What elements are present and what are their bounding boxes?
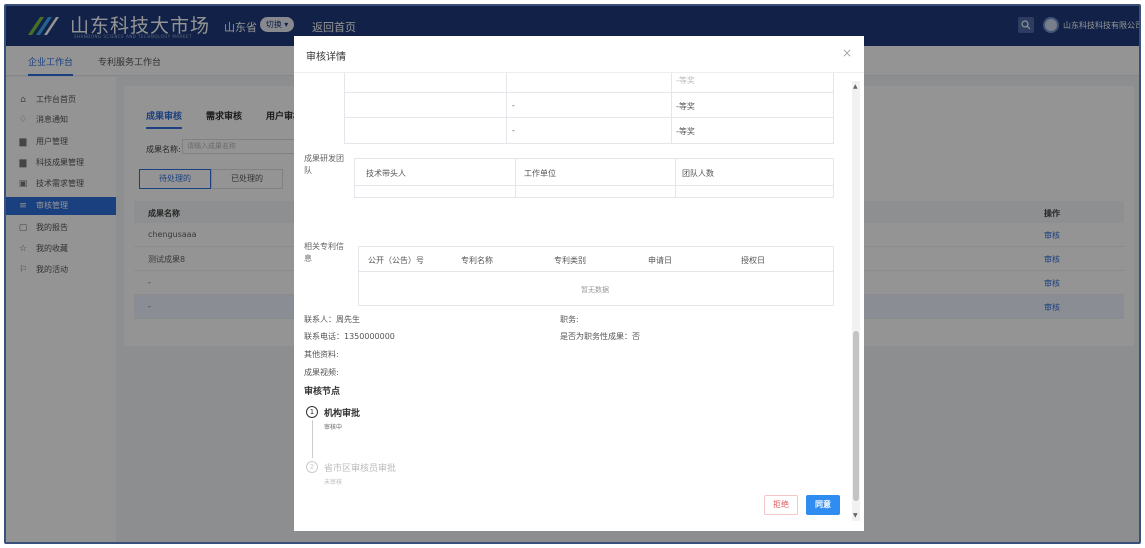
table-divider [515, 158, 516, 198]
contact-person: 联系人：周先生 [304, 315, 360, 324]
team-col-leader: 技术带头人 [366, 169, 406, 178]
patent-col-name: 专利名称 [461, 256, 493, 265]
dialog-body: -等奖 - -等奖 - -等奖 成果研发团队 技术带头人 工作单位 团队人数 相… [294, 73, 854, 531]
patent-col-apply-date: 申请日 [648, 256, 672, 265]
dialog-scrollbar[interactable]: ▲ ▼ [852, 81, 860, 521]
contact-phone: 联系电话：1350000000 [304, 332, 395, 341]
close-icon[interactable]: × [842, 46, 852, 60]
audit-detail-dialog: 审核详情 × -等奖 - -等奖 - -等奖 成果研发团队 技术带头人 工作单位… [294, 36, 864, 531]
award-level: -等奖 [676, 102, 695, 111]
scroll-up-icon[interactable]: ▲ [853, 83, 858, 90]
reject-button[interactable]: 拒绝 [764, 495, 798, 515]
team-col-size: 团队人数 [682, 169, 714, 178]
step-status: 审核中 [324, 424, 343, 431]
patent-col-grant-date: 授权日 [741, 256, 765, 265]
table-divider [344, 117, 834, 118]
table-divider [675, 158, 676, 198]
award-table [344, 73, 834, 143]
contact-position: 职务: [560, 315, 579, 324]
award-value: - [512, 101, 515, 110]
table-divider [344, 143, 834, 144]
table-divider [354, 185, 834, 186]
table-divider [344, 92, 834, 93]
patent-col-type: 专利类别 [554, 256, 586, 265]
other-materials: 其他资料: [304, 350, 339, 359]
patent-col-number: 公开（公告）号 [368, 256, 424, 265]
patent-label: 相关专利信息 [304, 242, 344, 263]
empty-text: 暂无数据 [581, 286, 609, 294]
scroll-thumb[interactable] [853, 331, 859, 501]
table-divider [671, 73, 672, 143]
audit-nodes-title: 审核节点 [304, 387, 341, 397]
table-divider [506, 73, 507, 143]
step-number: 1 [306, 406, 318, 418]
dialog-title: 审核详情 [306, 52, 346, 63]
team-label: 成果研发团队 [304, 154, 344, 175]
team-col-unit: 工作单位 [524, 169, 556, 178]
step-connector [312, 420, 313, 458]
award-level: -等奖 [676, 127, 695, 136]
step-name: 省市区审核员审批 [324, 464, 397, 474]
scroll-down-icon[interactable]: ▼ [853, 512, 858, 519]
table-divider [358, 271, 834, 272]
step-number: 2 [306, 461, 318, 473]
step-status: 未审核 [324, 479, 343, 486]
team-table [354, 158, 834, 198]
step-name: 机构审批 [324, 409, 361, 419]
agree-button[interactable]: 同意 [806, 495, 840, 515]
achievement-video: 成果视频: [304, 368, 339, 377]
duty-achievement: 是否为职务性成果：否 [560, 332, 640, 341]
award-level: -等奖 [676, 76, 695, 85]
award-value: - [512, 126, 515, 135]
